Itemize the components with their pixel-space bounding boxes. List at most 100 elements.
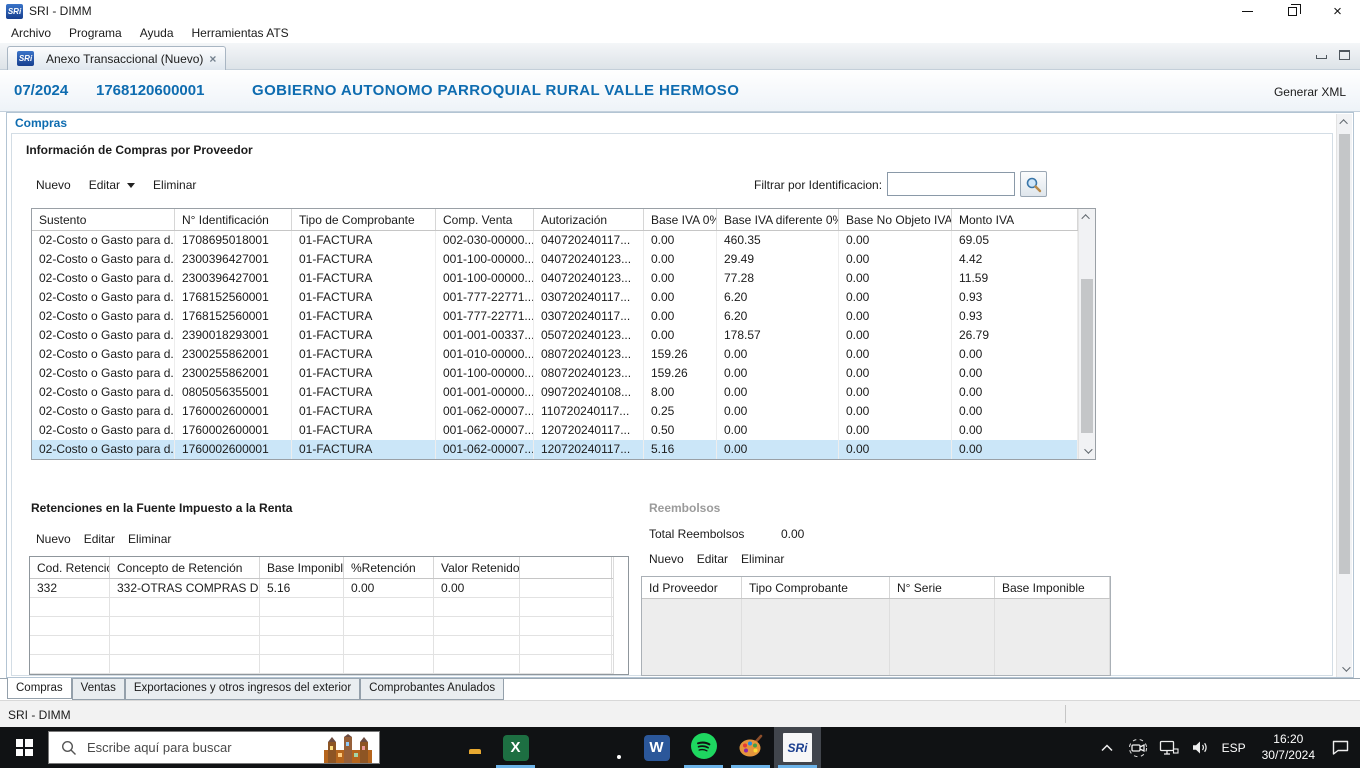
editar-button[interactable]: Editar: [697, 552, 728, 566]
scroll-down-button[interactable]: [1337, 661, 1352, 677]
menu-herramientas-ats[interactable]: Herramientas ATS: [185, 24, 300, 42]
taskbar-firefox-button[interactable]: [539, 727, 586, 768]
table-row[interactable]: 02-Costo o Gasto para d...23002558620010…: [32, 345, 1095, 364]
table-cell: 01-FACTURA: [292, 345, 436, 364]
eliminar-button[interactable]: Eliminar: [128, 532, 171, 546]
table-row[interactable]: 02-Costo o Gasto para d...17600026000010…: [32, 440, 1095, 459]
table-row[interactable]: 02-Costo o Gasto para d...17600026000010…: [32, 421, 1095, 440]
scroll-up-button[interactable]: [1079, 209, 1095, 225]
compras-table[interactable]: SustentoN° IdentificaciónTipo de Comprob…: [31, 208, 1096, 460]
restore-button[interactable]: [1270, 0, 1315, 22]
column-header[interactable]: Cod. Retención: [30, 557, 110, 578]
eliminar-button[interactable]: Eliminar: [741, 552, 784, 566]
generar-xml-link[interactable]: Generar XML: [1274, 85, 1346, 99]
menu-ayuda[interactable]: Ayuda: [133, 24, 185, 42]
scroll-up-button[interactable]: [1337, 114, 1352, 130]
column-header[interactable]: N° Serie: [890, 577, 995, 598]
table-cell: 001-062-00007...: [436, 440, 534, 459]
table-row[interactable]: 02-Costo o Gasto para d...17681525600010…: [32, 288, 1095, 307]
column-header[interactable]: Valor Retenido: [434, 557, 520, 578]
column-header[interactable]: [520, 557, 612, 578]
table-cell: 2390018293001: [175, 326, 292, 345]
taskbar-spotify-button[interactable]: [680, 727, 727, 768]
bottom-tab-ventas[interactable]: Ventas: [72, 679, 125, 700]
scroll-thumb[interactable]: [1081, 279, 1093, 433]
column-header[interactable]: %Retención: [344, 557, 434, 578]
taskbar-sri-dimm-button[interactable]: SRi: [774, 727, 821, 768]
scroll-track[interactable]: [1337, 130, 1352, 661]
main-scrollbar[interactable]: [1336, 114, 1352, 677]
empty-row: [30, 598, 628, 617]
retenciones-table[interactable]: Cod. RetenciónConcepto de RetenciónBase …: [29, 556, 629, 675]
taskbar-clock[interactable]: 16:20 30/7/2024: [1262, 732, 1315, 763]
table-cell: 01-FACTURA: [292, 364, 436, 383]
bottom-tab-comprobantes-anulados[interactable]: Comprobantes Anulados: [360, 679, 504, 700]
table-row[interactable]: 02-Costo o Gasto para d...08050563550010…: [32, 383, 1095, 402]
column-header[interactable]: Autorización: [534, 209, 644, 230]
column-header[interactable]: Base Imponible: [995, 577, 1110, 598]
column-header[interactable]: Tipo de Comprobante: [292, 209, 436, 230]
close-button[interactable]: ×: [1315, 0, 1360, 22]
taskbar-edge-button[interactable]: [398, 727, 445, 768]
table-scrollbar[interactable]: [1078, 209, 1095, 459]
table-row[interactable]: 02-Costo o Gasto para d...17600026000010…: [32, 402, 1095, 421]
column-header[interactable]: Concepto de Retención: [110, 557, 260, 578]
meet-now-camera-icon[interactable]: [1126, 735, 1150, 761]
language-indicator[interactable]: ESP: [1219, 741, 1249, 755]
volume-icon[interactable]: [1188, 735, 1212, 761]
column-header[interactable]: Comp. Venta: [436, 209, 534, 230]
scroll-track[interactable]: [1079, 225, 1095, 443]
reembolsos-table[interactable]: Id ProveedorTipo ComprobanteN° SerieBase…: [641, 576, 1111, 676]
eliminar-button[interactable]: Eliminar: [153, 178, 196, 192]
scroll-down-button[interactable]: [1079, 443, 1095, 459]
bottom-tab-compras[interactable]: Compras: [7, 678, 72, 699]
table-cell: 0.00: [644, 288, 717, 307]
filter-input[interactable]: [887, 172, 1015, 196]
table-row[interactable]: 332332-OTRAS COMPRAS DE BIE...5.160.000.…: [30, 579, 628, 598]
table-row[interactable]: 02-Costo o Gasto para d...17681525600010…: [32, 307, 1095, 326]
editar-button[interactable]: Editar: [84, 532, 115, 546]
table-row[interactable]: 02-Costo o Gasto para d...23003964270010…: [32, 250, 1095, 269]
table-row[interactable]: 02-Costo o Gasto para d...17086950180010…: [32, 231, 1095, 250]
column-header[interactable]: Base IVA diferente 0%: [717, 209, 839, 230]
action-center-icon[interactable]: [1328, 735, 1352, 761]
column-header[interactable]: Base Imponible: [260, 557, 344, 578]
column-header[interactable]: Base IVA 0%: [644, 209, 717, 230]
column-header[interactable]: Monto IVA: [952, 209, 1078, 230]
minimize-button[interactable]: [1225, 0, 1270, 22]
view-minimize-icon[interactable]: [1316, 55, 1327, 59]
table-row[interactable]: 02-Costo o Gasto para d...23003964270010…: [32, 269, 1095, 288]
taskbar-paint-button[interactable]: [727, 727, 774, 768]
scroll-thumb[interactable]: [1339, 134, 1350, 574]
network-icon[interactable]: [1157, 735, 1181, 761]
taskbar-search[interactable]: Escribe aquí para buscar: [48, 731, 380, 764]
bottom-tab-exportaciones-y-otros-ingresos-del-exterior[interactable]: Exportaciones y otros ingresos del exter…: [125, 679, 360, 700]
view-maximize-icon[interactable]: [1339, 50, 1350, 60]
daily-doodle-castle-icon[interactable]: [319, 734, 377, 763]
column-header[interactable]: N° Identificación: [175, 209, 292, 230]
column-header[interactable]: Id Proveedor: [642, 577, 742, 598]
filter-search-button[interactable]: [1020, 171, 1047, 197]
table-row[interactable]: 02-Costo o Gasto para d...23900182930010…: [32, 326, 1095, 345]
column-header[interactable]: Tipo Comprobante: [742, 577, 890, 598]
tab-anexo-transaccional[interactable]: SRi Anexo Transaccional (Nuevo) ×: [7, 46, 226, 70]
hidden-icons-chevron-icon[interactable]: [1095, 735, 1119, 761]
table-row[interactable]: 02-Costo o Gasto para d...23002558620010…: [32, 364, 1095, 383]
window-controls: ×: [1225, 0, 1360, 22]
menu-archivo[interactable]: Archivo: [4, 24, 62, 42]
tab-close-icon[interactable]: ×: [209, 52, 216, 66]
column-header[interactable]: Base No Objeto IVA: [839, 209, 952, 230]
taskbar-excel-button[interactable]: X: [492, 727, 539, 768]
menu-programa[interactable]: Programa: [62, 24, 133, 42]
editar-dropdown-icon[interactable]: [127, 183, 135, 188]
start-button[interactable]: [0, 727, 48, 768]
taskbar-chrome-button[interactable]: [586, 727, 633, 768]
column-header[interactable]: Sustento: [32, 209, 175, 230]
taskbar-word-button[interactable]: W: [633, 727, 680, 768]
nuevo-button[interactable]: Nuevo: [36, 532, 71, 546]
nuevo-button[interactable]: Nuevo: [36, 178, 71, 192]
editar-button[interactable]: Editar: [89, 178, 120, 192]
table-cell: 0.00: [952, 402, 1078, 421]
nuevo-button[interactable]: Nuevo: [649, 552, 684, 566]
taskbar-file-explorer-button[interactable]: [445, 727, 492, 768]
